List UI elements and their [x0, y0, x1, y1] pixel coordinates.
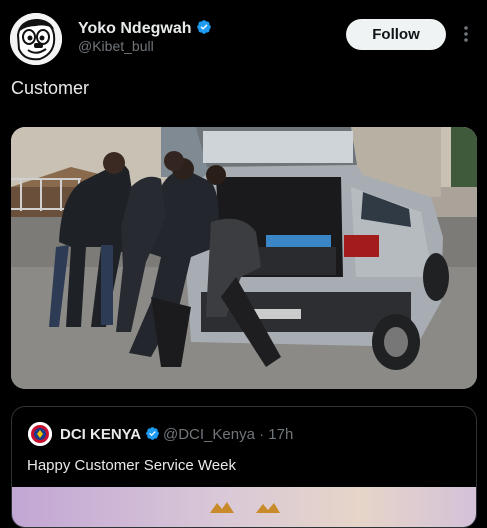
more-options-icon[interactable] [458, 22, 474, 46]
cartoon-avatar-image [10, 13, 62, 65]
quoted-author-handle[interactable]: @DCI_Kenya [163, 426, 255, 443]
quoted-post[interactable]: DCI KENYA @DCI_Kenya · 17h Happy Custome… [11, 406, 477, 528]
author-name[interactable]: Yoko Ndegwah [78, 19, 212, 38]
post-text: Customer [11, 78, 90, 98]
follow-button[interactable]: Follow [346, 19, 446, 50]
quoted-image-decoration [210, 502, 280, 513]
meta-separator: · [259, 426, 265, 443]
quoted-post-text: Happy Customer Service Week [27, 457, 236, 474]
quoted-post-time[interactable]: 17h [268, 426, 293, 443]
author-handle[interactable]: @Kibet_bull [78, 38, 154, 54]
author-name-text[interactable]: Yoko Ndegwah [78, 20, 192, 37]
author-avatar[interactable] [10, 13, 62, 65]
police-crest-icon [28, 422, 52, 446]
verified-badge-icon [196, 20, 211, 34]
quoted-post-image[interactable] [12, 487, 476, 527]
post-photo[interactable] [11, 127, 477, 389]
quoted-author-avatar[interactable] [28, 422, 52, 446]
quoted-author-name-text[interactable]: DCI KENYA [60, 426, 141, 443]
quoted-author-name[interactable]: DCI KENYA [60, 426, 160, 443]
verified-badge-icon [146, 427, 160, 440]
more-options-dots [464, 26, 468, 42]
quoted-author-meta: @DCI_Kenya · 17h [163, 426, 293, 443]
photo-scene [11, 127, 477, 389]
